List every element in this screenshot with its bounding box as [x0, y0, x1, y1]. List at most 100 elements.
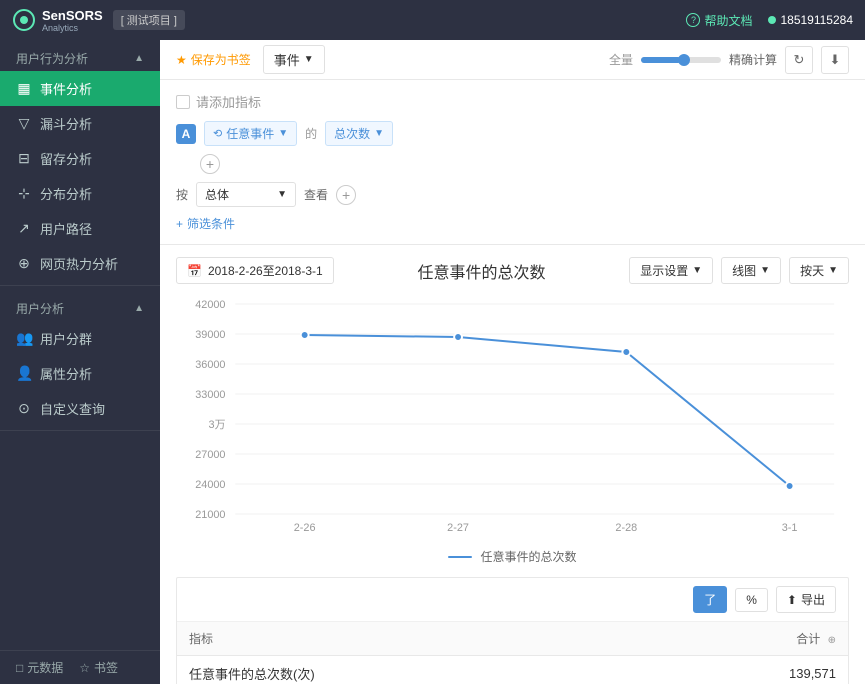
add-indicator-checkbox[interactable] — [176, 95, 190, 109]
add-view-btn[interactable]: + — [336, 185, 356, 205]
download-btn[interactable]: ⬇ — [821, 46, 849, 74]
user-info: 18519115284 — [768, 13, 853, 27]
sidebar: 用户行为分析 ▲ ▦ 事件分析 ▽ 漏斗分析 ⊟ 留存分析 ⊹ 分布分析 ↗ 用… — [0, 40, 160, 684]
sidebar-item-label: 漏斗分析 — [40, 114, 92, 133]
event-analysis-icon: ▦ — [16, 80, 32, 97]
svg-text:3万: 3万 — [209, 419, 226, 431]
percent-btn[interactable]: % — [735, 588, 768, 612]
event-selector[interactable]: ⟲ 任意事件 ▼ — [204, 121, 297, 146]
toolbar-right: 全量 精确计算 ↻ ⬇ — [609, 46, 849, 74]
sidebar-item-funnel-analysis[interactable]: ▽ 漏斗分析 — [0, 106, 160, 141]
logo-icon — [12, 8, 36, 32]
user-path-icon: ↗ — [16, 220, 32, 237]
svg-text:24000: 24000 — [195, 479, 225, 491]
retention-icon: ⊟ — [16, 150, 32, 167]
add-indicator-label: 请添加指标 — [196, 92, 261, 111]
chart-title: 任意事件的总次数 — [334, 259, 630, 283]
sidebar-item-label: 用户分群 — [40, 329, 92, 348]
save-bookmark-btn[interactable]: ★ 保存为书签 — [176, 51, 251, 68]
event-selector-label: 任意事件 — [226, 125, 274, 142]
top-bar: SenSORS Analytics [ 测试项目 ] ? 帮助文档 185191… — [0, 0, 865, 40]
range-slider[interactable] — [641, 57, 721, 63]
help-text: 帮助文档 — [704, 12, 752, 29]
date-picker[interactable]: 📅 2018-2-26至2018-3-1 — [176, 257, 334, 284]
help-link[interactable]: ? 帮助文档 — [686, 12, 752, 29]
sidebar-item-custom-query[interactable]: ⊙ 自定义查询 — [0, 391, 160, 426]
add-condition-btn[interactable]: + — [200, 154, 220, 174]
refresh-icon: ↻ — [794, 52, 805, 68]
sidebar-divider — [0, 285, 160, 286]
time-granularity-dropdown-icon: ▼ — [828, 265, 838, 276]
sidebar-item-label: 属性分析 — [40, 364, 92, 383]
help-icon: ? — [686, 13, 700, 27]
col-indicator-header: 指标 — [177, 622, 632, 656]
refresh-btn[interactable]: ↻ — [785, 46, 813, 74]
bookmark-label: 书签 — [94, 659, 118, 676]
sidebar-item-label: 用户路径 — [40, 219, 92, 238]
table-toolbar: 了 % ⬆ 导出 — [177, 578, 848, 622]
col-total-header: 合计 ⊕ — [632, 622, 848, 656]
project-badge: [ 测试项目 ] — [113, 10, 185, 30]
sidebar-item-user-path[interactable]: ↗ 用户路径 — [0, 211, 160, 246]
top-bar-right: ? 帮助文档 18519115284 — [686, 12, 853, 29]
online-indicator — [768, 16, 776, 24]
sidebar-section-user-behavior: 用户行为分析 ▲ — [0, 40, 160, 71]
collapse-arrow2-icon[interactable]: ▲ — [134, 303, 144, 314]
collapse-arrow-icon[interactable]: ▲ — [134, 53, 144, 64]
absolute-btn[interactable]: 了 — [693, 586, 727, 613]
sidebar-item-retention-analysis[interactable]: ⊟ 留存分析 — [0, 141, 160, 176]
sidebar-item-distribution-analysis[interactable]: ⊹ 分布分析 — [0, 176, 160, 211]
sidebar-meta-data[interactable]: □ 元数据 — [16, 659, 63, 676]
event-dropdown-icon: ▼ — [278, 128, 288, 139]
sidebar-item-label: 留存分析 — [40, 149, 92, 168]
svg-text:3-1: 3-1 — [782, 522, 798, 534]
sidebar-section-user-analysis: 用户分析 ▲ — [0, 290, 160, 321]
filter-label: 筛选条件 — [187, 215, 235, 232]
sync-icon: ⟲ — [213, 127, 222, 140]
metric-selector[interactable]: 总次数 ▼ — [325, 121, 393, 146]
logo: SenSORS Analytics — [12, 8, 103, 33]
sidebar-bottom: □ 元数据 ☆ 书签 — [0, 650, 160, 684]
sidebar-item-attribute-analysis[interactable]: 👤 属性分析 — [0, 356, 160, 391]
indicator-cell: 任意事件的总次数(次) — [177, 656, 632, 684]
chart-type-label: 线图 — [732, 262, 756, 279]
save-bookmark-label: 保存为书签 — [191, 51, 251, 68]
calendar-icon: 📅 — [187, 264, 202, 278]
sidebar-item-user-segment[interactable]: 👥 用户分群 — [0, 321, 160, 356]
event-tab[interactable]: 事件 ▼ — [263, 45, 325, 74]
sidebar-bookmarks[interactable]: ☆ 书签 — [79, 659, 118, 676]
sidebar-divider2 — [0, 430, 160, 431]
total-cell: 139,571 — [632, 656, 848, 684]
indicator-row: A ⟲ 任意事件 ▼ 的 总次数 ▼ — [176, 115, 849, 152]
sidebar-item-heatmap[interactable]: ⊕ 网页热力分析 — [0, 246, 160, 281]
svg-text:36000: 36000 — [195, 359, 225, 371]
export-btn[interactable]: ⬆ 导出 — [776, 586, 836, 613]
chart-type-dropdown-icon: ▼ — [760, 265, 770, 276]
svg-text:39000: 39000 — [195, 329, 225, 341]
filter-btn[interactable]: + 筛选条件 — [176, 215, 235, 232]
group-dropdown-icon: ▼ — [277, 189, 287, 200]
view-label: 查看 — [304, 186, 328, 203]
display-dropdown-icon: ▼ — [692, 265, 702, 276]
chart-container: 42000 39000 36000 33000 3万 27000 24000 2… — [176, 296, 849, 536]
display-settings-btn[interactable]: 显示设置 ▼ — [629, 257, 713, 284]
table-area: 了 % ⬆ 导出 指标 合计 — [176, 577, 849, 684]
expand-icon[interactable]: ⊕ — [828, 635, 836, 646]
svg-text:2-28: 2-28 — [615, 522, 637, 534]
sidebar-item-label: 事件分析 — [40, 79, 92, 98]
chart-type-btn[interactable]: 线图 ▼ — [721, 257, 781, 284]
group-select[interactable]: 总体 ▼ — [196, 182, 296, 207]
table-row: 任意事件的总次数(次) 139,571 — [177, 656, 848, 684]
date-range-label: 2018-2-26至2018-3-1 — [208, 262, 323, 279]
logo-text: SenSORS Analytics — [42, 8, 103, 33]
custom-query-icon: ⊙ — [16, 400, 32, 417]
range-label: 全量 — [609, 51, 633, 68]
main-layout: 用户行为分析 ▲ ▦ 事件分析 ▽ 漏斗分析 ⊟ 留存分析 ⊹ 分布分析 ↗ 用… — [0, 40, 865, 684]
time-granularity-btn[interactable]: 按天 ▼ — [789, 257, 849, 284]
sidebar-item-label: 分布分析 — [40, 184, 92, 203]
sidebar-item-event-analysis[interactable]: ▦ 事件分析 — [0, 71, 160, 106]
add-indicator-row[interactable]: 请添加指标 — [176, 88, 849, 115]
group-by-label: 按 — [176, 186, 188, 203]
user-segment-icon: 👥 — [16, 330, 32, 347]
bookmark-icon: ☆ — [79, 661, 90, 675]
